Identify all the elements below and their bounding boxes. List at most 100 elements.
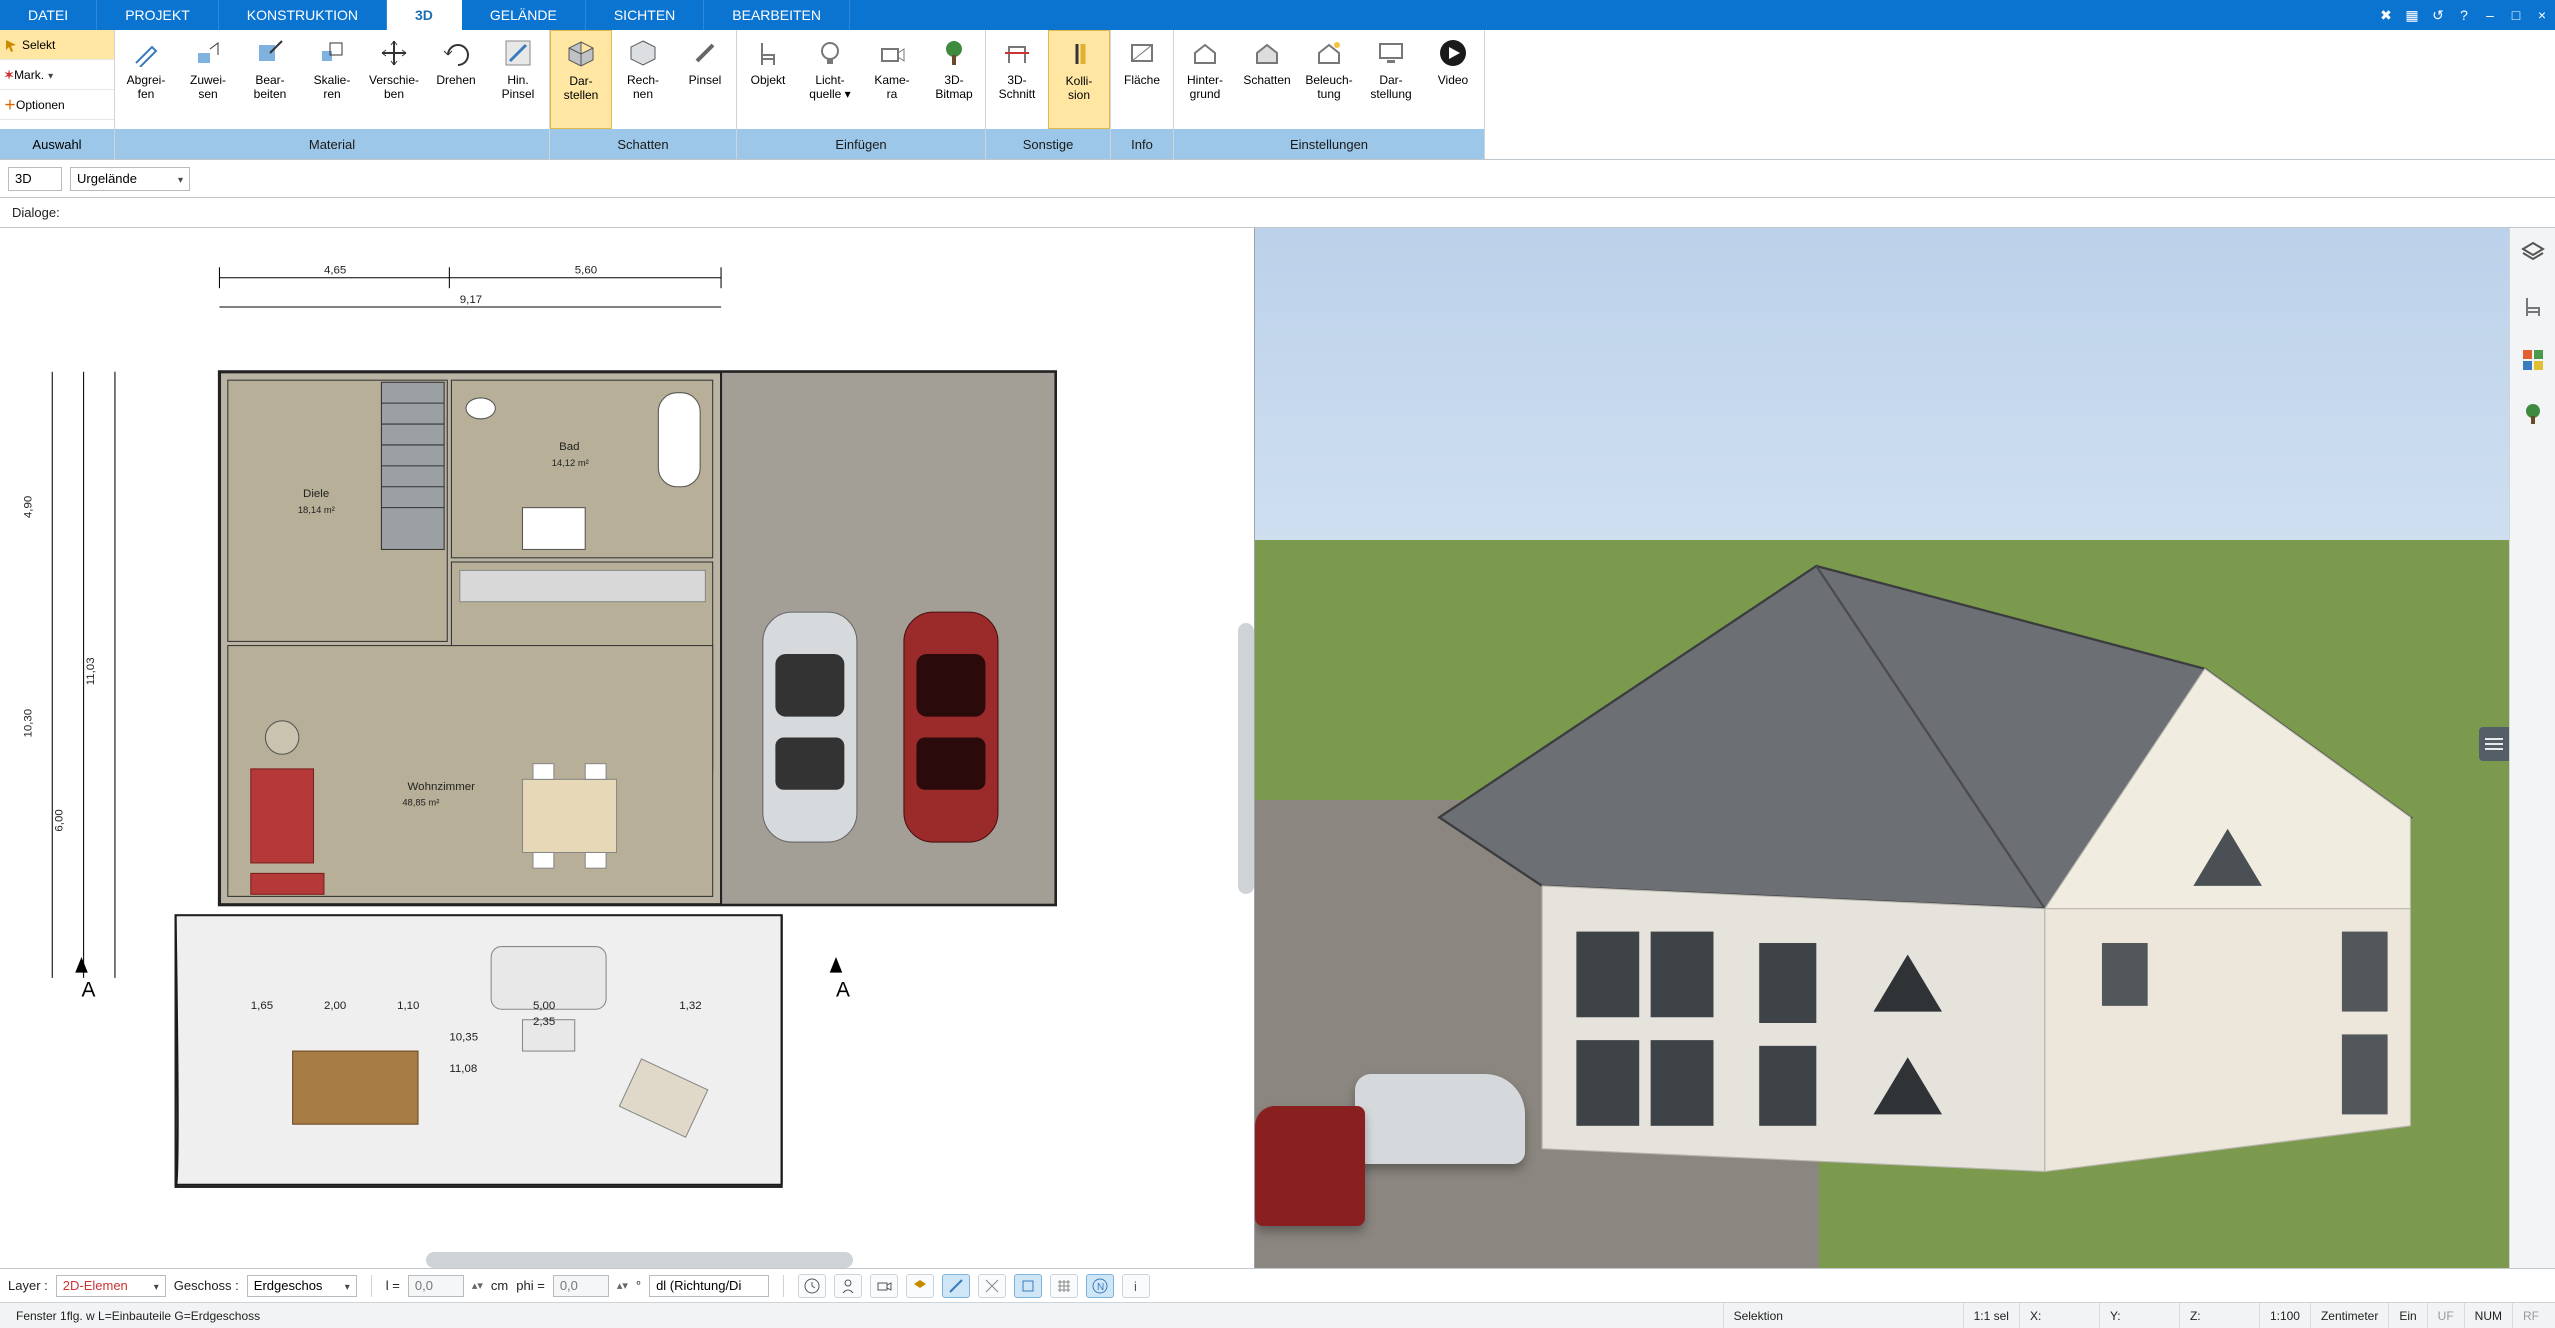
abgreifen-button[interactable]: Abgrei- fen xyxy=(115,30,177,129)
room-diele-label: Diele xyxy=(303,488,329,500)
video-button[interactable]: Video xyxy=(1422,30,1484,129)
clock-icon[interactable] xyxy=(798,1274,826,1298)
beleuchtung-label: Beleuch- tung xyxy=(1305,74,1352,102)
car-silver-icon xyxy=(763,612,857,842)
kollision-button[interactable]: Kolli- sion xyxy=(1048,30,1110,129)
dim-left-4: 11,03 xyxy=(85,657,97,685)
bearbeiten-button[interactable]: Bear- beiten xyxy=(239,30,301,129)
snap1-icon[interactable] xyxy=(942,1274,970,1298)
status-num: NUM xyxy=(2465,1303,2513,1328)
darstellen-button[interactable]: Dar- stellen xyxy=(550,30,612,129)
verschieben-label: Verschie- ben xyxy=(369,74,419,102)
north-icon[interactable]: N xyxy=(1086,1274,1114,1298)
3dbitmap-button[interactable]: 3D- Bitmap xyxy=(923,30,985,129)
minimize-icon[interactable]: – xyxy=(2477,0,2503,30)
layer-label: Layer : xyxy=(8,1278,48,1293)
house-shadow-icon xyxy=(1250,36,1284,70)
info-toggle-icon[interactable]: i xyxy=(1122,1274,1150,1298)
tab-gelaende[interactable]: GELÄNDE xyxy=(462,0,586,30)
sky-bg xyxy=(1255,228,2509,540)
tool-icon-2[interactable]: ▦ xyxy=(2399,0,2425,30)
3d-view[interactable] xyxy=(1255,228,2509,1268)
layers-toggle-icon[interactable] xyxy=(906,1274,934,1298)
schatten-setting-button[interactable]: Schatten xyxy=(1236,30,1298,129)
beleuchtung-button[interactable]: Beleuch- tung xyxy=(1298,30,1360,129)
geschoss-combo[interactable]: Erdgeschos xyxy=(247,1275,357,1297)
grid-icon[interactable] xyxy=(1050,1274,1078,1298)
rechnen-button[interactable]: Rech- nen xyxy=(612,30,674,129)
mark-label: Mark. xyxy=(14,68,44,82)
car-3d-silver xyxy=(1355,1074,1525,1164)
l-label: l = xyxy=(386,1278,400,1293)
layer-combo[interactable]: 2D-Elemen xyxy=(56,1275,166,1297)
layers-icon[interactable] xyxy=(2519,238,2547,266)
chair-icon xyxy=(751,36,785,70)
darstellung-button[interactable]: Dar- stellung xyxy=(1360,30,1422,129)
sink-icon xyxy=(523,508,586,550)
close-icon[interactable]: × xyxy=(2529,0,2555,30)
phi-input[interactable]: 0,0 xyxy=(553,1275,609,1297)
selekt-button[interactable]: Selekt xyxy=(0,30,114,60)
mark-button[interactable]: ✶ Mark. xyxy=(0,60,114,90)
kamera-label: Kame- ra xyxy=(874,74,909,102)
3dbitmap-label: 3D- Bitmap xyxy=(935,74,972,102)
room-diele-area: 18,14 m² xyxy=(298,504,335,515)
layer-combo-value: 2D-Elemen xyxy=(63,1278,128,1293)
objekt-button[interactable]: Objekt xyxy=(737,30,799,129)
materials-icon[interactable] xyxy=(2519,346,2547,374)
lichtquelle-button[interactable]: Licht- quelle ▾ xyxy=(799,30,861,129)
tool-icon-3[interactable]: ↺ xyxy=(2425,0,2451,30)
side-pulltab[interactable] xyxy=(2479,727,2509,761)
hintergrund-button[interactable]: Hinter- grund xyxy=(1174,30,1236,129)
snap2-icon[interactable] xyxy=(978,1274,1006,1298)
plus-icon: ✶ xyxy=(4,68,14,82)
plants-icon[interactable] xyxy=(2519,400,2547,428)
skalieren-label: Skalie- ren xyxy=(314,74,351,102)
3dschnitt-button[interactable]: 3D- Schnitt xyxy=(986,30,1048,129)
svg-text:N: N xyxy=(1097,1282,1104,1293)
tree-icon xyxy=(937,36,971,70)
skalieren-button[interactable]: Skalie- ren xyxy=(301,30,363,129)
l-input[interactable]: 0,0 xyxy=(408,1275,464,1297)
view-mode-select[interactable]: 3D xyxy=(8,167,62,191)
darstellen-label: Dar- stellen xyxy=(564,75,599,103)
verschieben-button[interactable]: Verschie- ben xyxy=(363,30,425,129)
drehen-button[interactable]: Drehen xyxy=(425,30,487,129)
main-menu: DATEI PROJEKT KONSTRUKTION 3D GELÄNDE SI… xyxy=(0,0,2555,30)
floorplan-view[interactable]: 4,65 5,60 9,17 4,90 10,30 6,00 11,03 xyxy=(0,228,1255,1268)
tool-icon-1[interactable]: ✖ xyxy=(2373,0,2399,30)
dim-top-2: 5,60 xyxy=(575,265,597,277)
pinsel-button[interactable]: Pinsel xyxy=(674,30,736,129)
object-icon[interactable] xyxy=(2519,292,2547,320)
layer-select[interactable]: Urgelände xyxy=(70,167,190,191)
tab-3d[interactable]: 3D xyxy=(387,0,462,30)
status-x: X: xyxy=(2020,1303,2100,1328)
camera-toggle-icon[interactable] xyxy=(870,1274,898,1298)
scrollbar-vertical[interactable] xyxy=(1238,623,1254,893)
person-icon[interactable] xyxy=(834,1274,862,1298)
area-icon xyxy=(1125,36,1159,70)
tab-konstruktion[interactable]: KONSTRUKTION xyxy=(219,0,387,30)
scale-icon xyxy=(315,36,349,70)
tab-projekt[interactable]: PROJEKT xyxy=(97,0,219,30)
phi-value: 0,0 xyxy=(560,1278,578,1293)
tab-datei[interactable]: DATEI xyxy=(0,0,97,30)
status-uf: UF xyxy=(2428,1303,2465,1328)
terrace xyxy=(176,915,782,1187)
zuweisen-button[interactable]: Zuwei- sen xyxy=(177,30,239,129)
optionen-button[interactable]: ＋ Optionen xyxy=(0,90,114,120)
ribbon: Selekt ✶ Mark. ＋ Optionen Auswahl Abgrei… xyxy=(0,30,2555,160)
tab-sichten[interactable]: SICHTEN xyxy=(586,0,704,30)
eyedropper-icon xyxy=(129,36,163,70)
dl-input[interactable]: dl (Richtung/Di xyxy=(649,1275,769,1297)
tab-bearbeiten[interactable]: BEARBEITEN xyxy=(704,0,850,30)
flaeche-button[interactable]: Fläche xyxy=(1111,30,1173,129)
brush-bg-icon xyxy=(501,36,535,70)
hinpinsel-button[interactable]: Hin. Pinsel xyxy=(487,30,549,129)
maximize-icon[interactable]: □ xyxy=(2503,0,2529,30)
toilet-icon xyxy=(466,398,495,419)
scrollbar-horizontal[interactable] xyxy=(426,1252,852,1268)
snap3-icon[interactable] xyxy=(1014,1274,1042,1298)
kamera-button[interactable]: Kame- ra xyxy=(861,30,923,129)
help-icon[interactable]: ? xyxy=(2451,0,2477,30)
